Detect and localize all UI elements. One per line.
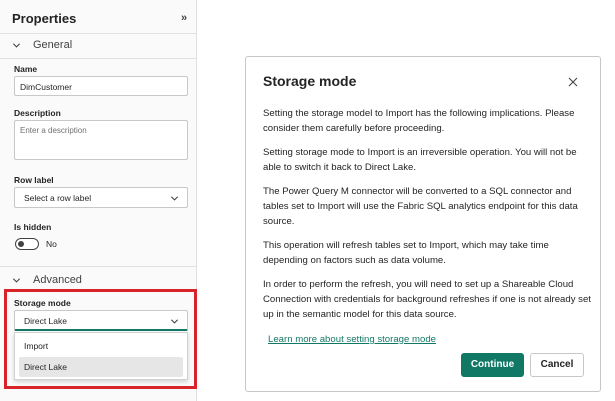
general-section-label: General (33, 39, 73, 51)
cancel-button[interactable]: Cancel (530, 353, 584, 377)
row-label-select[interactable]: Select a row label (14, 187, 188, 208)
row-label-label: Row label (14, 175, 54, 185)
is-hidden-label: Is hidden (14, 222, 52, 232)
divider (0, 266, 196, 267)
is-hidden-state: No (46, 239, 57, 249)
is-hidden-toggle[interactable] (15, 238, 39, 250)
name-label: Name (14, 64, 38, 74)
dialog-paragraph: This operation will refresh tables set t… (263, 240, 549, 266)
continue-button[interactable]: Continue (461, 353, 524, 377)
collapse-panel-icon[interactable]: » (181, 12, 187, 24)
storage-mode-dialog: Storage mode Setting the storage model t… (245, 56, 601, 392)
general-section-header[interactable]: General (12, 39, 72, 51)
advanced-section-label: Advanced (33, 274, 82, 286)
dialog-paragraph: Setting the storage model to Import has … (263, 108, 575, 134)
toggle-knob (18, 241, 24, 247)
dialog-body: Setting the storage model to Import has … (263, 106, 593, 331)
dialog-paragraph: The Power Query M connector will be conv… (263, 186, 578, 227)
panel-title: Properties (12, 11, 77, 26)
row-label-placeholder: Select a row label (24, 193, 92, 203)
divider (0, 33, 196, 34)
description-input[interactable]: Enter a description (14, 120, 188, 160)
chevron-down-icon (12, 42, 21, 48)
chevron-down-icon (12, 277, 21, 283)
dialog-title: Storage mode (263, 73, 357, 89)
dialog-paragraph: In order to perform the refresh, you wil… (263, 279, 591, 320)
chevron-down-icon (170, 196, 179, 201)
name-input[interactable]: DimCustomer (14, 76, 188, 96)
highlight-box (4, 289, 197, 389)
close-icon[interactable] (568, 77, 578, 87)
learn-more-link[interactable]: Learn more about setting storage mode (268, 334, 436, 345)
description-label: Description (14, 108, 61, 118)
dialog-paragraph: Setting storage mode to Import is an irr… (263, 147, 577, 173)
divider (0, 58, 196, 59)
advanced-section-header[interactable]: Advanced (12, 274, 82, 286)
